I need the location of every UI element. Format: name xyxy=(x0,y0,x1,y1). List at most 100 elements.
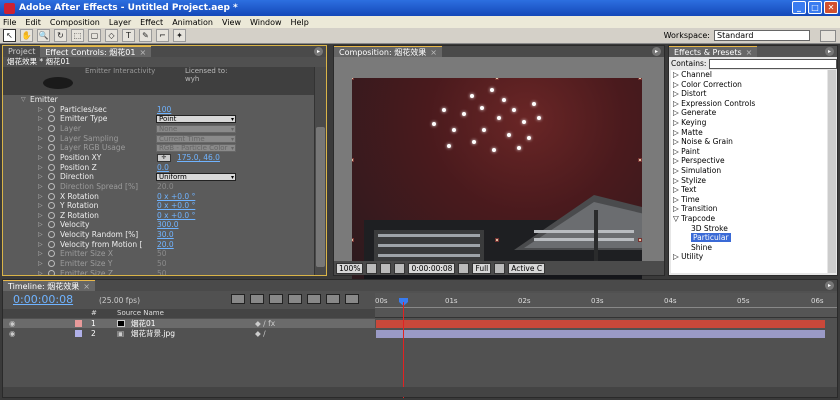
layer-duration-bar[interactable] xyxy=(376,320,825,328)
property-value[interactable]: 50 xyxy=(157,249,167,259)
close-tab-icon[interactable]: × xyxy=(139,48,146,57)
grid-icon[interactable] xyxy=(380,262,392,274)
menu-animation[interactable]: Animation xyxy=(172,18,213,27)
tab-effect-controls[interactable]: Effect Controls: 烟花01 × xyxy=(40,46,152,57)
property-value[interactable]: 0 x +0.0 ° xyxy=(157,192,195,202)
zoom-select[interactable]: 100% xyxy=(336,262,364,274)
comp-mini-flowchart-icon[interactable] xyxy=(231,294,245,304)
effect-category[interactable]: ▷ Perspective xyxy=(671,156,827,166)
region-of-interest-icon[interactable] xyxy=(494,262,506,274)
live-update-icon[interactable] xyxy=(250,294,264,304)
effect-category[interactable]: ▷ Distort xyxy=(671,89,827,99)
effect-property-row[interactable]: ▷ Layer RGB Usage RGB - Particle Color xyxy=(3,143,314,153)
stopwatch-icon[interactable] xyxy=(48,211,55,219)
menu-edit[interactable]: Edit xyxy=(25,18,41,27)
close-tab-icon[interactable]: × xyxy=(430,48,437,57)
expand-triangle-icon[interactable]: ▽ xyxy=(21,95,26,105)
transform-handle[interactable] xyxy=(352,158,354,162)
menu-composition[interactable]: Composition xyxy=(50,18,100,27)
motion-blur-icon[interactable] xyxy=(326,294,340,304)
stopwatch-icon[interactable] xyxy=(48,202,55,210)
effect-property-row[interactable]: ▷ X Rotation 0 x +0.0 ° xyxy=(3,192,314,202)
show-channel-icon[interactable] xyxy=(458,262,470,274)
property-value[interactable]: 300.0 xyxy=(157,220,178,230)
property-value[interactable]: 100 xyxy=(157,105,171,115)
close-button[interactable]: ✕ xyxy=(824,1,838,14)
stopwatch-icon[interactable] xyxy=(48,240,55,248)
expand-triangle-icon[interactable]: ▷ xyxy=(38,114,43,124)
effect-property-row[interactable]: ▷ Z Rotation 0 x +0.0 ° xyxy=(3,211,314,221)
effect-property-row[interactable]: ▷ Layer None xyxy=(3,124,314,134)
expand-triangle-icon[interactable]: ▷ xyxy=(38,163,43,173)
effect-category[interactable]: ▷ Simulation xyxy=(671,166,827,176)
effect-controls-scrollbar[interactable] xyxy=(314,67,326,275)
expand-triangle-icon[interactable]: ▷ xyxy=(38,182,43,192)
property-value[interactable]: 50 xyxy=(157,269,167,275)
effect-category[interactable]: ▷ Time xyxy=(671,195,827,205)
panel-menu-icon[interactable]: ▸ xyxy=(652,47,661,56)
effect-category[interactable]: ▽ Trapcode xyxy=(671,214,827,224)
close-tab-icon[interactable]: × xyxy=(83,282,90,291)
effect-category[interactable]: ▷ Channel xyxy=(671,70,827,80)
minimize-button[interactable]: _ xyxy=(792,1,806,14)
menu-effect[interactable]: Effect xyxy=(140,18,163,27)
stopwatch-icon[interactable] xyxy=(48,144,55,152)
stopwatch-icon[interactable] xyxy=(48,221,55,229)
transform-handle[interactable] xyxy=(495,78,499,80)
effect-property-row[interactable]: ▷ Y Rotation 0 x +0.0 ° xyxy=(3,201,314,211)
pen-tool-icon[interactable]: ◇ xyxy=(105,29,118,42)
visibility-eye-icon[interactable]: ◉ xyxy=(9,329,16,338)
effect-item[interactable]: 3D Stroke xyxy=(671,224,827,234)
layer-switches[interactable]: ◆ ∕ fx xyxy=(255,319,275,328)
eraser-tool-icon[interactable]: ✦ xyxy=(173,29,186,42)
effect-property-row[interactable]: ▷ Emitter Type Point xyxy=(3,114,314,124)
panel-menu-icon[interactable]: ▸ xyxy=(314,47,323,56)
stopwatch-icon[interactable] xyxy=(48,260,55,268)
tab-effects-presets[interactable]: Effects & Presets × xyxy=(669,46,758,57)
expand-triangle-icon[interactable]: ▷ xyxy=(38,249,43,259)
expand-triangle-icon[interactable]: ▷ xyxy=(38,269,43,275)
menu-view[interactable]: View xyxy=(222,18,241,27)
expand-triangle-icon[interactable]: ▷ xyxy=(38,134,43,144)
tab-composition[interactable]: Composition: 烟花效果 × xyxy=(334,46,442,57)
stopwatch-icon[interactable] xyxy=(48,153,55,161)
menu-file[interactable]: File xyxy=(3,18,16,27)
transform-handle[interactable] xyxy=(638,78,642,80)
zoom-tool-icon[interactable]: 🔍 xyxy=(37,29,50,42)
graph-editor-icon[interactable] xyxy=(345,294,359,304)
close-tab-icon[interactable]: × xyxy=(746,48,753,57)
stopwatch-icon[interactable] xyxy=(48,163,55,171)
effect-item[interactable]: Particular xyxy=(671,233,827,243)
effect-item[interactable]: Shine xyxy=(671,243,827,253)
expand-triangle-icon[interactable]: ▷ xyxy=(38,201,43,211)
property-value[interactable]: 0.0 xyxy=(157,163,169,173)
stopwatch-icon[interactable] xyxy=(48,115,55,123)
col-source-name[interactable]: Source Name xyxy=(117,309,164,318)
property-value[interactable]: 30.0 xyxy=(157,230,174,240)
expand-triangle-icon[interactable]: ▷ xyxy=(38,240,43,250)
effect-property-row[interactable]: ▷ Direction Spread [%] 20.0 xyxy=(3,182,314,192)
layer-label-color[interactable] xyxy=(75,330,82,337)
text-tool-icon[interactable]: T xyxy=(122,29,135,42)
effect-property-row[interactable]: ▷ Emitter Size Y 50 xyxy=(3,259,314,269)
mask-tool-icon[interactable]: ▢ xyxy=(88,29,101,42)
transform-handle[interactable] xyxy=(638,238,642,242)
rotation-tool-icon[interactable]: ↻ xyxy=(54,29,67,42)
frame-blending-icon[interactable] xyxy=(307,294,321,304)
property-dropdown[interactable]: None xyxy=(156,124,236,133)
stopwatch-icon[interactable] xyxy=(48,105,55,113)
expand-triangle-icon[interactable]: ▷ xyxy=(38,143,43,153)
expand-triangle-icon[interactable]: ▷ xyxy=(38,172,43,182)
menu-help[interactable]: Help xyxy=(291,18,309,27)
expand-triangle-icon[interactable]: ▷ xyxy=(38,230,43,240)
property-dropdown[interactable]: Uniform xyxy=(156,173,236,182)
tab-project[interactable]: Project xyxy=(3,46,40,57)
effect-property-row[interactable]: ▷ Velocity from Motion [20.0 xyxy=(3,240,314,250)
expand-triangle-icon[interactable]: ▷ xyxy=(38,259,43,269)
crosshair-icon[interactable]: ✛ xyxy=(157,153,171,162)
effect-property-row[interactable]: ▷ Position Z 0.0 xyxy=(3,163,314,173)
workspace-select[interactable]: Standard xyxy=(714,30,810,41)
workspace-menu-button[interactable] xyxy=(820,30,836,42)
timecode-display[interactable]: 0:00:00:08 xyxy=(408,262,456,274)
property-value[interactable]: 0 x +0.0 ° xyxy=(157,201,195,211)
